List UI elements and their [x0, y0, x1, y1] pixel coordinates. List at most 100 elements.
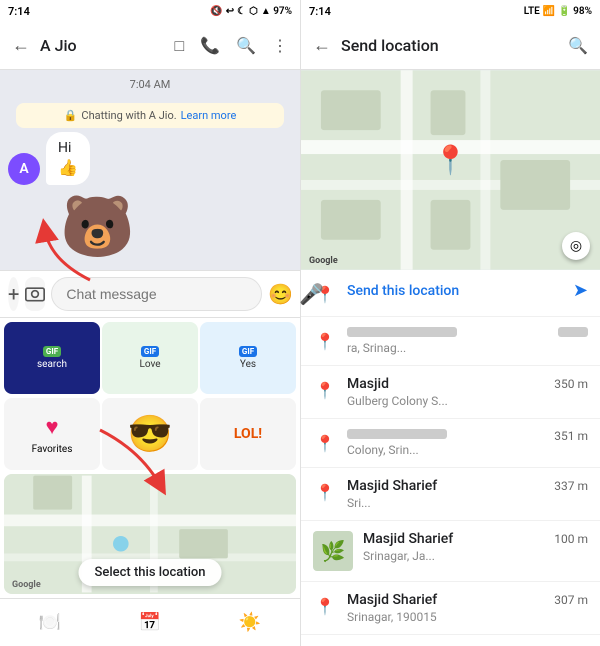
gif-search-item[interactable]: GIF search	[4, 322, 100, 394]
lol-item[interactable]: LOL!	[200, 398, 296, 470]
masjid-sharief-sub-2: Srinagar, 190015	[347, 610, 588, 624]
masjid-sharief-name-2: Masjid Sharief	[347, 592, 437, 608]
masjid-name: Masjid	[347, 376, 389, 392]
plus-button[interactable]: +	[8, 277, 19, 311]
chat-area: 7:04 AM 🔒 Chatting with A Jio. Learn mor…	[0, 70, 300, 270]
favorites-item[interactable]: ♥ Favorites	[4, 398, 100, 470]
hotels-icon: 📅	[139, 612, 161, 633]
thumbs-up-emoji: 👍	[58, 158, 78, 177]
message-row-hi: A Hi 👍	[0, 132, 300, 185]
list-item-blurred-1[interactable]: 📍 ra, Srinag...	[301, 317, 600, 366]
location-list: 📍 Send this location ➤ 📍 ra, Srinag... 📍	[301, 270, 600, 646]
send-location-name: Send this location	[347, 283, 459, 299]
list-item-blurred-2[interactable]: 📍 Colony, Srin... 351 m	[301, 419, 600, 468]
loc-pin-icon-3: 📍	[313, 378, 337, 402]
google-logo-map: Google	[309, 256, 338, 266]
blurred-name-2	[347, 429, 447, 439]
emoji-icon[interactable]: 😊	[268, 282, 293, 306]
google-logo-bottom: Google	[12, 580, 41, 590]
gif-panel: GIF search GIF Love GIF Yes ♥ Favorites …	[0, 317, 300, 474]
header-action-icons: □ 📞 🔍 ⋮	[174, 36, 288, 56]
camera-button[interactable]	[25, 277, 45, 311]
right-status-bar: 7:14 LTE 📶 🔋 98%	[301, 0, 600, 22]
masjid-sharief-name-thumb: Masjid Sharief	[363, 531, 453, 547]
right-search-icon[interactable]: 🔍	[568, 36, 588, 55]
map-location-selector[interactable]: Select this location Google	[4, 474, 296, 594]
map-pin: 📍	[433, 144, 468, 177]
blurred-sub-1: ra, Srinag...	[347, 341, 548, 355]
left-status-icons: 🔇 ↩ ☾ ⬡ ▲ 97%	[210, 6, 292, 17]
back-button[interactable]: ←	[12, 35, 30, 56]
right-time: 7:14	[309, 5, 331, 18]
masjid-sharief-dist-thumb: 100 m	[554, 532, 588, 546]
weather-icon: ☀️	[239, 612, 261, 633]
select-location-label[interactable]: Select this location	[79, 559, 222, 586]
bottom-tabs: 🍽️ 📅 ☀️	[0, 598, 300, 646]
gif-search-label: search	[37, 359, 67, 370]
left-time: 7:14	[8, 5, 30, 18]
list-item-masjid-sharief-thumb[interactable]: 🌿 Masjid Sharief 100 m Srinagar, Ja...	[301, 521, 600, 582]
blurred-sub-2: Colony, Srin...	[347, 443, 544, 457]
location-thumbnail: 🌿	[313, 531, 353, 571]
more-icon[interactable]: ⋮	[272, 36, 288, 55]
fav-row: ♥ Favorites 😎 LOL!	[0, 398, 300, 474]
bottom-tab-hotels[interactable]: 📅	[100, 599, 200, 646]
search-icon[interactable]: 🔍	[236, 36, 256, 55]
list-item-masjid[interactable]: 📍 Masjid 350 m Gulberg Colony S...	[301, 366, 600, 419]
send-location-text: Send this location	[347, 280, 563, 299]
gif-row: GIF search GIF Love GIF Yes	[0, 318, 300, 398]
heart-icon: ♥	[45, 414, 58, 440]
left-panel: 7:14 🔇 ↩ ☾ ⬡ ▲ 97% ← A Jio □ 📞 🔍 ⋮ 7:04 …	[0, 0, 300, 646]
bear-sticker: 🐻	[16, 191, 284, 262]
restaurants-icon: 🍽️	[39, 612, 61, 633]
phone-icon[interactable]: 📞	[200, 36, 220, 55]
masjid-sharief-text-2: Masjid Sharief 307 m Srinagar, 190015	[347, 592, 588, 624]
list-item-masjid-sharief-2[interactable]: 📍 Masjid Sharief 307 m Srinagar, 190015	[301, 582, 600, 635]
gif-love-item[interactable]: GIF Love	[102, 322, 198, 394]
sunglasses-icon: 😎	[128, 413, 173, 455]
left-header: ← A Jio □ 📞 🔍 ⋮	[0, 22, 300, 70]
right-header: ← Send location 🔍	[301, 22, 600, 70]
masjid-sharief-sub-1: Sri...	[347, 496, 588, 510]
lol-label: LOL!	[234, 426, 262, 442]
message-bubble: Hi 👍	[46, 132, 90, 185]
gif-badge-love: GIF	[141, 346, 159, 357]
compass-icon[interactable]: ◎	[562, 232, 590, 260]
learn-more-link[interactable]: Learn more	[181, 109, 237, 122]
right-back-button[interactable]: ←	[313, 35, 331, 56]
blurred-dist-2: 351 m	[554, 429, 588, 443]
loc-pin-icon-5: 📍	[313, 480, 337, 504]
favorites-label: Favorites	[32, 444, 73, 455]
chat-notice: 🔒 Chatting with A Jio. Learn more	[16, 103, 284, 128]
sunglasses-item[interactable]: 😎	[102, 398, 198, 470]
blurred-loc-text-1: ra, Srinag...	[347, 327, 548, 355]
mic-icon[interactable]: 🎤	[299, 282, 324, 306]
hi-text: Hi	[58, 140, 78, 156]
bottom-tab-weather[interactable]: ☀️	[200, 599, 300, 646]
chat-title: A Jio	[40, 36, 164, 55]
chat-input[interactable]	[51, 277, 262, 311]
masjid-sharief-text-thumb: Masjid Sharief 100 m Srinagar, Ja...	[363, 531, 588, 563]
input-row: + 😊 🎤	[0, 270, 300, 317]
gif-yes-item[interactable]: GIF Yes	[200, 322, 296, 394]
gif-love-label: Love	[139, 359, 160, 370]
masjid-sharief-dist-2: 307 m	[554, 593, 588, 607]
masjid-sub: Gulberg Colony S...	[347, 394, 588, 408]
masjid-sharief-sub-thumb: Srinagar, Ja...	[363, 549, 588, 563]
left-status-bar: 7:14 🔇 ↩ ☾ ⬡ ▲ 97%	[0, 0, 300, 22]
video-icon[interactable]: □	[174, 36, 184, 56]
masjid-sharief-text-1: Masjid Sharief 337 m Sri...	[347, 478, 588, 510]
loc-pin-icon-7: 📍	[313, 594, 337, 618]
gif-badge-search: GIF	[43, 346, 61, 357]
blurred-name-1	[347, 327, 457, 337]
list-item-masjid-sharief-1[interactable]: 📍 Masjid Sharief 337 m Sri...	[301, 468, 600, 521]
masjid-sharief-name-1: Masjid Sharief	[347, 478, 437, 494]
gif-badge-yes: GIF	[239, 346, 257, 357]
bottom-tab-restaurants[interactable]: 🍽️	[0, 599, 100, 646]
list-item-send-location[interactable]: 📍 Send this location ➤	[301, 270, 600, 317]
masjid-text: Masjid 350 m Gulberg Colony S...	[347, 376, 588, 408]
send-location-title: Send location	[341, 36, 558, 55]
send-arrow-icon[interactable]: ➤	[573, 280, 588, 301]
right-panel: 7:14 LTE 📶 🔋 98% ← Send location 🔍 📍 ◎ G…	[300, 0, 600, 646]
loc-pin-icon-4: 📍	[313, 431, 337, 455]
